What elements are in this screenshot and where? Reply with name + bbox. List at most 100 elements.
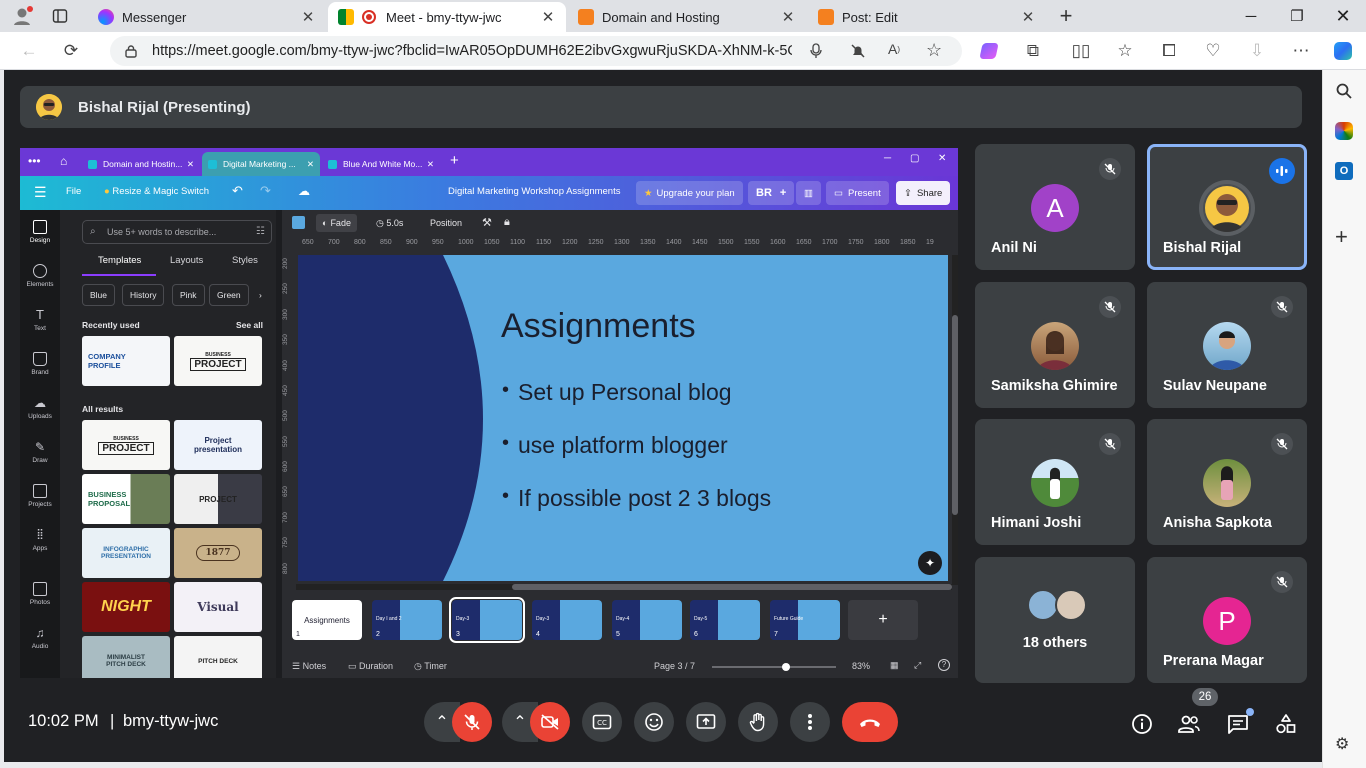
resize-magic-switch-button[interactable]: ● Resize & Magic Switch xyxy=(104,186,209,197)
camera-off-button[interactable] xyxy=(530,702,570,742)
fade-animation-button[interactable]: ◐ Fade xyxy=(316,214,357,232)
captions-button[interactable]: CC xyxy=(582,702,622,742)
zoom-slider-thumb[interactable] xyxy=(782,663,791,671)
close-tab-icon[interactable]: ✕ xyxy=(780,8,796,26)
duration-footer-button[interactable]: ▭ Duration xyxy=(348,661,393,672)
paint-format-icon[interactable]: ⚒ xyxy=(482,216,492,229)
filter-chip-blue[interactable]: Blue xyxy=(82,284,116,306)
editor-horizontal-scrollbar[interactable] xyxy=(296,584,952,590)
template-company-profile[interactable]: COMPANY PROFILE xyxy=(82,336,170,386)
rail-text[interactable]: T Text xyxy=(20,308,60,333)
close-icon[interactable]: ✕ xyxy=(938,153,946,164)
search-icon[interactable] xyxy=(1335,82,1353,100)
page-thumb-selected[interactable]: Day-3 3 xyxy=(449,597,525,643)
people-button[interactable] xyxy=(1176,712,1202,736)
page-thumb[interactable]: Day I and 22 xyxy=(372,600,442,640)
zoom-slider[interactable] xyxy=(712,663,836,671)
filter-chip-green[interactable]: Green xyxy=(209,284,249,306)
lock-icon[interactable]: 🔒︎ xyxy=(504,216,510,229)
sidebar-settings-icon[interactable]: ⚙ xyxy=(1335,734,1349,754)
template-vintage[interactable]: 1877 xyxy=(174,528,262,578)
timer-button[interactable]: ◷ Timer xyxy=(414,661,447,672)
close-icon[interactable]: ✕ xyxy=(307,159,314,170)
duration-button[interactable]: ◷ 5.0s xyxy=(376,218,403,229)
add-sidebar-app-icon[interactable]: + xyxy=(1335,224,1348,250)
insights-button[interactable]: ▥ xyxy=(796,181,821,205)
participant-tile[interactable]: Sulav Neupane xyxy=(1147,282,1307,408)
rail-draw[interactable]: ✎ Draw xyxy=(20,440,60,464)
fullscreen-icon[interactable]: ⤢ xyxy=(914,660,921,671)
magic-assist-button[interactable]: ✦ xyxy=(918,551,942,575)
others-tile[interactable]: 18 others xyxy=(975,557,1135,683)
template-minimalist-pitch-deck[interactable]: MINIMALIST PITCH DECK xyxy=(82,636,170,678)
see-all-link[interactable]: See all xyxy=(236,320,263,330)
slide-canvas[interactable]: Assignments • Set up Personal blog • use p… xyxy=(298,255,948,581)
back-icon[interactable]: ← xyxy=(16,39,42,63)
rail-photos[interactable]: Photos xyxy=(20,582,60,606)
template-project-dark[interactable]: PROJECT xyxy=(174,474,262,524)
read-aloud-icon[interactable]: A) xyxy=(888,41,900,57)
maximize-icon[interactable]: ▢ xyxy=(910,153,919,164)
favorite-star-icon[interactable]: ☆ xyxy=(926,40,942,61)
profile-icon[interactable] xyxy=(10,4,34,28)
template-visual[interactable]: Visual xyxy=(174,582,262,632)
outlook-icon[interactable]: O xyxy=(1335,162,1353,180)
template-search-input[interactable]: ⌕ Use 5+ words to describe... ☷ xyxy=(82,220,272,244)
rail-audio[interactable]: ♫ Audio xyxy=(20,626,60,650)
raise-hand-button[interactable] xyxy=(738,702,778,742)
file-menu[interactable]: File xyxy=(66,186,81,197)
editor-vertical-scrollbar[interactable] xyxy=(952,255,958,585)
filter-chip-pink[interactable]: Pink xyxy=(172,284,205,306)
template-business-proposal[interactable]: BUSINESS PROPOSAL xyxy=(82,474,170,524)
chevron-right-icon[interactable]: › xyxy=(252,284,269,306)
upgrade-plan-button[interactable]: ★ Upgrade your plan xyxy=(636,181,743,205)
template-business-project-2[interactable]: BUSINESS PROJECT xyxy=(82,420,170,470)
page-thumb[interactable]: Day-4 5 xyxy=(612,600,682,640)
slide-bullet[interactable]: • Set up Personal blog xyxy=(502,379,732,406)
close-tab-icon[interactable]: ✕ xyxy=(300,8,316,26)
position-button[interactable]: Position xyxy=(430,218,462,228)
add-page-button[interactable]: + xyxy=(848,600,918,640)
downloads-icon[interactable]: ⇩ xyxy=(1244,39,1270,63)
copilot-icon[interactable] xyxy=(1330,39,1356,63)
participant-tile-speaking[interactable]: Bishal Rijal xyxy=(1147,144,1307,270)
favorites-icon[interactable]: ☆ xyxy=(1112,39,1138,63)
leave-call-button[interactable] xyxy=(842,702,898,742)
tab-layouts[interactable]: Layouts xyxy=(170,255,203,266)
slide-bullet[interactable]: • If possible post 2 3 blogs xyxy=(502,485,771,512)
tab-templates[interactable]: Templates xyxy=(98,255,141,266)
home-icon[interactable]: ⌂ xyxy=(60,154,67,168)
new-tab-icon[interactable]: + xyxy=(450,152,459,169)
rail-projects[interactable]: Projects xyxy=(20,484,60,508)
grid-view-icon[interactable]: ▦ xyxy=(890,660,899,671)
help-icon[interactable]: ? xyxy=(938,659,950,671)
more-menu-icon[interactable]: ⋯ xyxy=(1288,39,1314,63)
new-tab-button[interactable]: + xyxy=(1052,3,1080,28)
close-window-button[interactable]: ✕ xyxy=(1320,0,1366,32)
rail-brand[interactable]: Brand xyxy=(20,352,60,376)
template-night[interactable]: NIGHT xyxy=(82,582,170,632)
more-dots-icon[interactable]: ••• xyxy=(28,154,41,168)
minimize-button[interactable]: ─ xyxy=(1228,0,1274,32)
refresh-icon[interactable]: ⟳ xyxy=(58,39,84,63)
canva-tab-blue-white[interactable]: Blue And White Mo... ✕ xyxy=(322,152,440,176)
chat-button[interactable] xyxy=(1226,708,1254,736)
page-thumb[interactable]: Day-3 4 xyxy=(532,600,602,640)
background-color-swatch[interactable] xyxy=(292,216,305,229)
filter-chip-history[interactable]: History xyxy=(122,284,165,306)
page-thumb[interactable]: Future Guide 7 xyxy=(770,600,840,640)
copilot-extension-icon[interactable] xyxy=(976,39,1002,63)
template-project-presentation[interactable]: Project presentation xyxy=(174,420,262,470)
browser-tab-post-edit[interactable]: Post: Edit ✕ xyxy=(808,2,1046,32)
more-options-button[interactable] xyxy=(790,702,830,742)
reactions-button[interactable] xyxy=(634,702,674,742)
document-title[interactable]: Digital Marketing Workshop Assignments xyxy=(448,186,620,197)
restore-button[interactable]: ❐ xyxy=(1274,0,1320,32)
template-infographic[interactable]: INFOGRAPHIC PRESENTATION xyxy=(82,528,170,578)
office-icon[interactable] xyxy=(1335,122,1353,140)
notes-button[interactable]: ☰ Notes xyxy=(292,661,326,672)
filter-icon[interactable]: ☷ xyxy=(256,226,265,237)
undo-icon[interactable]: ↶ xyxy=(232,183,243,199)
microphone-off-button[interactable] xyxy=(452,702,492,742)
browser-tab-meet[interactable]: Meet - bmy-ttyw-jwc ✕ xyxy=(328,2,566,32)
